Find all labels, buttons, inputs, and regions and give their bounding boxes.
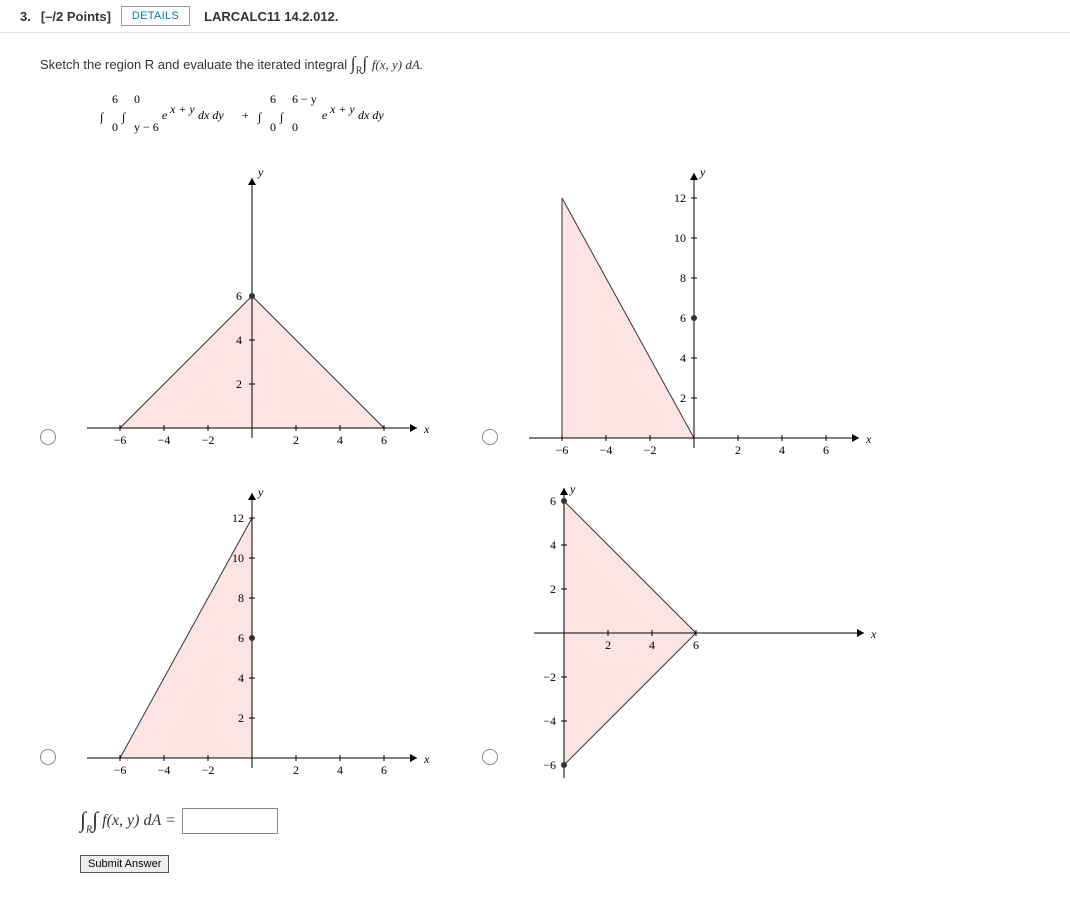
svg-text:6: 6 [550, 494, 556, 508]
iterated-integral-expression: ∫ 6 0 ∫ 0 y − 6 e x + y dx dy + ∫ 6 0 ∫ … [100, 91, 1030, 145]
svg-text:−4: −4 [600, 443, 613, 457]
svg-text:dx dy: dx dy [198, 108, 224, 122]
svg-text:x: x [870, 627, 877, 641]
svg-text:8: 8 [238, 591, 244, 605]
choice-a: −6 −4 −2 2 4 6 2 4 6 x y [40, 163, 442, 463]
svg-text:y: y [699, 165, 706, 179]
svg-text:4: 4 [680, 351, 686, 365]
prompt-integral-symbol: ∫R∫ [351, 53, 372, 73]
svg-text:2: 2 [605, 638, 611, 652]
svg-text:y: y [569, 483, 576, 496]
svg-text:4: 4 [238, 671, 244, 685]
svg-text:−6: −6 [543, 758, 556, 772]
svg-text:y − 6: y − 6 [134, 120, 159, 134]
submit-answer-button[interactable]: Submit Answer [80, 855, 169, 873]
svg-text:∫: ∫ [257, 110, 262, 124]
radio-b[interactable] [482, 429, 498, 445]
svg-text:6: 6 [381, 433, 387, 447]
svg-text:x: x [865, 432, 872, 446]
plot-d: 2 4 6 2 4 6 −2 −4 −6 x y [504, 483, 884, 783]
svg-text:12: 12 [232, 511, 244, 525]
svg-text:∫: ∫ [121, 110, 126, 124]
svg-text:x + y: x + y [329, 102, 355, 116]
svg-text:6: 6 [823, 443, 829, 457]
svg-text:6: 6 [238, 631, 244, 645]
svg-text:x + y: x + y [169, 102, 195, 116]
question-header: 3. [–/2 Points] DETAILS LARCALC11 14.2.0… [0, 0, 1070, 33]
svg-text:2: 2 [238, 711, 244, 725]
svg-text:2: 2 [735, 443, 741, 457]
plot-a: −6 −4 −2 2 4 6 2 4 6 x y [62, 163, 442, 463]
svg-text:6: 6 [236, 289, 242, 303]
svg-text:4: 4 [236, 333, 242, 347]
svg-text:y: y [257, 165, 264, 179]
svg-text:4: 4 [337, 433, 343, 447]
svg-text:−6: −6 [556, 443, 569, 457]
svg-text:6: 6 [680, 311, 686, 325]
svg-text:6: 6 [381, 763, 387, 777]
svg-text:−2: −2 [543, 670, 556, 684]
svg-text:e: e [322, 108, 328, 122]
prompt-text: Sketch the region R and evaluate the ite… [40, 53, 1030, 77]
radio-d[interactable] [482, 749, 498, 765]
choice-d: 2 4 6 2 4 6 −2 −4 −6 x y [482, 483, 884, 783]
svg-text:−2: −2 [644, 443, 657, 457]
svg-text:−4: −4 [158, 763, 171, 777]
svg-text:6: 6 [693, 638, 699, 652]
svg-text:x: x [423, 752, 430, 766]
radio-a[interactable] [40, 429, 56, 445]
choice-b: −6 −4 −2 2 4 6 2 4 6 8 10 12 [482, 163, 884, 463]
svg-text:12: 12 [674, 191, 686, 205]
plot-c: −6 −4 −2 2 4 6 2 4 6 8 10 12 [62, 483, 442, 783]
answer-input[interactable] [182, 808, 278, 834]
details-button[interactable]: DETAILS [121, 6, 190, 26]
svg-text:x: x [423, 422, 430, 436]
svg-text:10: 10 [232, 551, 244, 565]
svg-text:4: 4 [337, 763, 343, 777]
svg-text:y: y [257, 485, 264, 499]
plot-b: −6 −4 −2 2 4 6 2 4 6 8 10 12 [504, 163, 884, 463]
svg-text:2: 2 [550, 582, 556, 596]
svg-text:4: 4 [649, 638, 655, 652]
svg-text:8: 8 [680, 271, 686, 285]
svg-text:−6: −6 [114, 433, 127, 447]
plot-choices: −6 −4 −2 2 4 6 2 4 6 x y [40, 163, 1030, 783]
answer-row: ∫R∫ f(x, y) dA = [80, 807, 1030, 835]
svg-text:0: 0 [270, 120, 276, 134]
svg-text:2: 2 [293, 433, 299, 447]
svg-text:−2: −2 [202, 433, 215, 447]
svg-text:6: 6 [112, 92, 118, 106]
svg-text:∫: ∫ [279, 110, 284, 124]
prompt-integrand: f(x, y) dA. [372, 57, 423, 72]
svg-text:−4: −4 [158, 433, 171, 447]
answer-lhs: f(x, y) dA = [102, 812, 176, 830]
svg-text:4: 4 [550, 538, 556, 552]
svg-text:6: 6 [270, 92, 276, 106]
choice-c: −6 −4 −2 2 4 6 2 4 6 8 10 12 [40, 483, 442, 783]
svg-text:0: 0 [134, 92, 140, 106]
svg-text:0: 0 [112, 120, 118, 134]
svg-text:4: 4 [779, 443, 785, 457]
svg-text:2: 2 [680, 391, 686, 405]
radio-c[interactable] [40, 749, 56, 765]
svg-text:−2: −2 [202, 763, 215, 777]
svg-text:e: e [162, 108, 168, 122]
svg-text:0: 0 [292, 120, 298, 134]
assignment-ref: LARCALC11 14.2.012. [204, 9, 338, 24]
integral-svg: ∫ 6 0 ∫ 0 y − 6 e x + y dx dy + ∫ 6 0 ∫ … [100, 91, 440, 141]
points-label: [–/2 Points] [41, 9, 111, 24]
svg-text:2: 2 [293, 763, 299, 777]
answer-integral-symbol: ∫R∫ [80, 807, 98, 835]
question-number: 3. [20, 9, 31, 24]
svg-text:−4: −4 [543, 714, 556, 728]
svg-text:∫: ∫ [100, 110, 104, 124]
prompt-before: Sketch the region R and evaluate the ite… [40, 57, 351, 72]
svg-text:10: 10 [674, 231, 686, 245]
svg-text:dx dy: dx dy [358, 108, 384, 122]
svg-text:2: 2 [236, 377, 242, 391]
svg-text:+: + [242, 108, 249, 122]
svg-text:−6: −6 [114, 763, 127, 777]
svg-text:6 − y: 6 − y [292, 92, 317, 106]
